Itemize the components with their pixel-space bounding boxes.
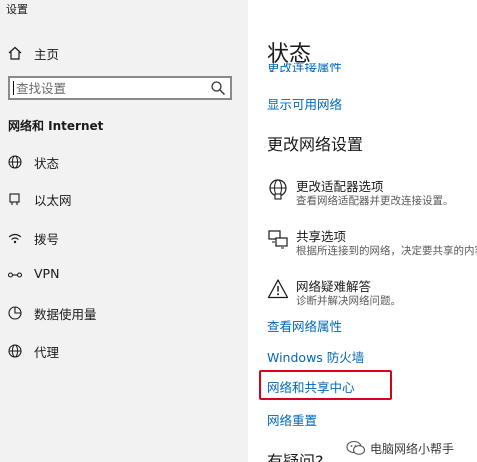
sidebar-item-label: 数据使用量 [34,307,97,322]
dialup-icon [7,230,23,246]
show-available-networks-link[interactable]: 显示可用网络 [267,94,342,113]
vpn-icon [7,267,23,283]
ethernet-icon [7,191,23,207]
link-label: 更改连接属性 [267,63,343,72]
warning-icon [267,278,289,300]
sidebar-item-label: 代理 [34,345,60,360]
windows-firewall-link[interactable]: Windows 防火墙 [267,347,364,366]
option-description: 查看网络适配器并更改连接设置。 [296,195,454,207]
sidebar: 设置 主页 网络和 Internet 状态 以太网 拨号 [0,0,248,462]
adapter-icon [267,178,289,200]
sidebar-item-label: 主页 [34,47,60,62]
sidebar-item-label: VPN [34,266,60,281]
sidebar-item-data-usage[interactable]: 数据使用量 [0,300,248,326]
questions-heading: 有疑问? [267,452,324,462]
search-icon[interactable] [210,80,226,96]
watermark-text: 电脑网络小帮手 [370,442,455,456]
highlight-annotation-box [259,370,392,400]
sidebar-item-dialup[interactable]: 拨号 [0,225,248,251]
sharing-options[interactable]: 共享选项 根据所连接到的网络，决定要共享的内容。 [267,226,477,262]
search-input[interactable] [10,78,212,98]
sidebar-item-ethernet[interactable]: 以太网 [0,186,248,212]
section-title: 网络和 Internet [8,119,104,133]
window-title: 设置 [6,3,28,16]
sidebar-item-label: 拨号 [34,232,60,247]
sidebar-item-proxy[interactable]: 代理 [0,338,248,364]
search-box[interactable] [8,76,232,100]
option-description: 根据所连接到的网络，决定要共享的内容。 [296,245,477,257]
option-description: 诊断并解决网络问题。 [296,295,401,307]
wechat-icon [346,440,366,456]
sharing-icon [267,228,289,250]
home-icon [7,45,23,61]
sidebar-item-label: 以太网 [34,193,72,208]
globe-icon [7,343,23,359]
sidebar-item-vpn[interactable]: VPN [0,262,248,288]
change-connection-properties-link[interactable]: 更改连接属性 [267,63,342,72]
main-panel: 状态 更改连接属性 显示可用网络 更改网络设置 更改适配器选项 查看网络适配器并… [248,0,477,462]
data-usage-icon [7,305,23,321]
sidebar-item-label: 状态 [34,156,60,171]
view-network-properties-link[interactable]: 查看网络属性 [267,316,342,335]
change-network-settings-heading: 更改网络设置 [267,135,364,154]
change-adapter-options[interactable]: 更改适配器选项 查看网络适配器并更改连接设置。 [267,176,477,212]
sidebar-item-status[interactable]: 状态 [0,149,248,175]
network-troubleshooter[interactable]: 网络疑难解答 诊断并解决网络问题。 [267,276,477,312]
watermark: 电脑网络小帮手 [346,438,474,458]
globe-icon [7,154,23,170]
network-reset-link[interactable]: 网络重置 [267,410,317,429]
sidebar-item-home[interactable]: 主页 [0,40,248,66]
